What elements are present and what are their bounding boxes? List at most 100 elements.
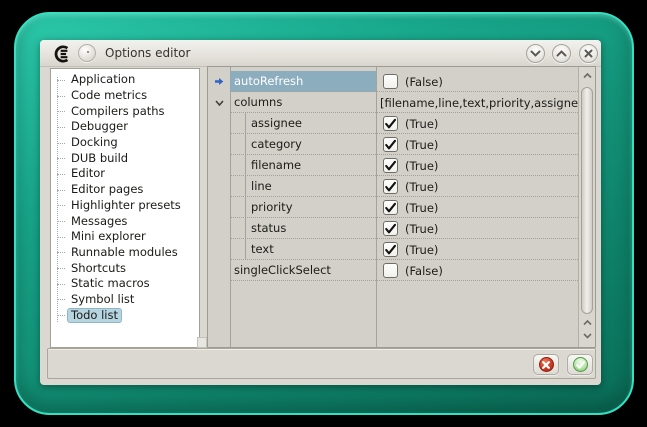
- sidebar-item-mini-explorer[interactable]: Mini explorer: [51, 229, 199, 245]
- property-row-columns[interactable]: columns [filename,line,text,priority,assi…: [208, 92, 578, 113]
- property-name[interactable]: autoRefresh: [230, 71, 376, 92]
- scroll-up-icon[interactable]: [582, 319, 593, 327]
- sidebar-item-todo-list[interactable]: Todo list: [51, 307, 199, 323]
- sidebar-item-debugger[interactable]: Debugger: [51, 119, 199, 135]
- sidebar-item-messages[interactable]: Messages: [51, 213, 199, 229]
- value-label: (False): [405, 264, 443, 278]
- cancel-button[interactable]: [533, 354, 559, 375]
- property-row-assignee[interactable]: assignee(True): [208, 113, 578, 134]
- close-button[interactable]: [579, 44, 598, 63]
- value-label: (True): [405, 201, 438, 215]
- property-value: (True): [376, 197, 578, 218]
- checkbox-checked[interactable]: [383, 137, 398, 152]
- title-bar[interactable]: Options editor: [40, 40, 601, 67]
- sidebar-item-shortcuts[interactable]: Shortcuts: [51, 260, 199, 276]
- checkbox-unchecked[interactable]: [383, 74, 398, 89]
- sidebar-item-compilers-paths[interactable]: Compilers paths: [51, 103, 199, 119]
- property-value: (True): [376, 155, 578, 176]
- sidebar-item-label: Docking: [67, 135, 122, 150]
- property-name[interactable]: assignee: [230, 113, 376, 134]
- value-text[interactable]: [filename,line,text,priority,assigne: [380, 96, 578, 110]
- checkbox-checked[interactable]: [383, 116, 398, 131]
- vertical-scrollbar[interactable]: [578, 67, 595, 347]
- check-icon: [384, 202, 397, 214]
- property-row-filename[interactable]: filename(True): [208, 155, 578, 176]
- property-row-singleclickselect[interactable]: singleClickSelect (False): [208, 260, 578, 281]
- value-label: (False): [405, 75, 443, 89]
- property-name[interactable]: columns: [230, 92, 376, 113]
- chevron-up-icon: [556, 50, 567, 57]
- property-row-priority[interactable]: priority (True): [208, 197, 578, 218]
- row-gutter: [208, 113, 230, 134]
- expanded-chevron-icon: [215, 100, 224, 106]
- check-icon: [384, 160, 397, 172]
- sidebar-item-editor[interactable]: Editor: [51, 166, 199, 182]
- sidebar-item-label: Shortcuts: [67, 261, 130, 276]
- sidebar-item-application[interactable]: Application: [51, 72, 199, 88]
- check-icon: [384, 139, 397, 151]
- property-row-category[interactable]: category(True): [208, 134, 578, 155]
- property-row-line[interactable]: line (True): [208, 176, 578, 197]
- property-value: (True): [376, 239, 578, 260]
- property-value: (True): [376, 176, 578, 197]
- sidebar-item-label: Runnable modules: [67, 245, 182, 260]
- sidebar-item-code-metrics[interactable]: Code metrics: [51, 88, 199, 104]
- property-value: (True): [376, 218, 578, 239]
- check-icon: [384, 223, 397, 235]
- sidebar-item-highlighter-presets[interactable]: Highlighter presets: [51, 198, 199, 214]
- property-value: [filename,line,text,priority,assigne: [376, 92, 578, 113]
- scroll-down-icon[interactable]: [582, 332, 593, 340]
- window-menu-button[interactable]: [78, 44, 96, 62]
- checkbox-checked[interactable]: [383, 179, 398, 194]
- property-value: (True): [376, 113, 578, 134]
- checkbox-checked[interactable]: [383, 221, 398, 236]
- property-row-autorefresh[interactable]: autoRefresh (False): [208, 71, 578, 92]
- scroll-up-icon[interactable]: [582, 72, 593, 80]
- sidebar-item-label: Static macros: [67, 276, 154, 291]
- row-gutter: [208, 134, 230, 155]
- scrollbar-thumb[interactable]: [581, 87, 593, 314]
- sidebar-item-docking[interactable]: Docking: [51, 135, 199, 151]
- sidebar-item-dub-build[interactable]: DUB build: [51, 150, 199, 166]
- sidebar-item-runnable-modules[interactable]: Runnable modules: [51, 245, 199, 261]
- row-gutter: [208, 239, 230, 260]
- sidebar-item-symbol-list[interactable]: Symbol list: [51, 292, 199, 308]
- row-gutter: [208, 197, 230, 218]
- property-name[interactable]: text: [230, 239, 376, 260]
- sidebar-item-editor-pages[interactable]: Editor pages: [51, 182, 199, 198]
- property-value: (False): [376, 260, 578, 281]
- value-label: (True): [405, 180, 438, 194]
- splitter-grip[interactable]: [197, 337, 207, 348]
- property-row-status[interactable]: status (True): [208, 218, 578, 239]
- footer-panel: [47, 348, 596, 379]
- minimize-button[interactable]: [526, 44, 545, 63]
- property-row-text[interactable]: text(True): [208, 239, 578, 260]
- accept-button[interactable]: [567, 354, 593, 375]
- sidebar-item-label: Mini explorer: [67, 229, 150, 244]
- maximize-button[interactable]: [552, 44, 571, 63]
- sidebar-item-label: Debugger: [67, 119, 132, 134]
- property-name[interactable]: filename: [230, 155, 376, 176]
- sidebar-list: ApplicationCode metricsCompilers pathsDe…: [51, 72, 199, 323]
- property-name[interactable]: status: [230, 218, 376, 239]
- row-gutter: [208, 218, 230, 239]
- chevron-down-marker[interactable]: [208, 92, 230, 113]
- property-name[interactable]: line: [230, 176, 376, 197]
- property-name[interactable]: category: [230, 134, 376, 155]
- property-grid: autoRefresh (False) columns [filename,line,…: [207, 66, 596, 348]
- row-gutter: [208, 176, 230, 197]
- accept-check-icon: [573, 357, 588, 372]
- property-name[interactable]: priority: [230, 197, 376, 218]
- arrow-right-marker: [208, 71, 230, 92]
- checkbox-checked[interactable]: [383, 158, 398, 173]
- checkbox-unchecked[interactable]: [383, 263, 398, 278]
- value-label: (True): [405, 222, 438, 236]
- sidebar-item-label: Todo list: [67, 308, 122, 323]
- chevron-down-icon: [530, 50, 541, 57]
- checkbox-checked[interactable]: [383, 242, 398, 257]
- sidebar-item-static-macros[interactable]: Static macros: [51, 276, 199, 292]
- property-name[interactable]: singleClickSelect: [230, 260, 376, 281]
- property-value: (False): [376, 71, 578, 92]
- check-icon: [384, 181, 397, 193]
- checkbox-checked[interactable]: [383, 200, 398, 215]
